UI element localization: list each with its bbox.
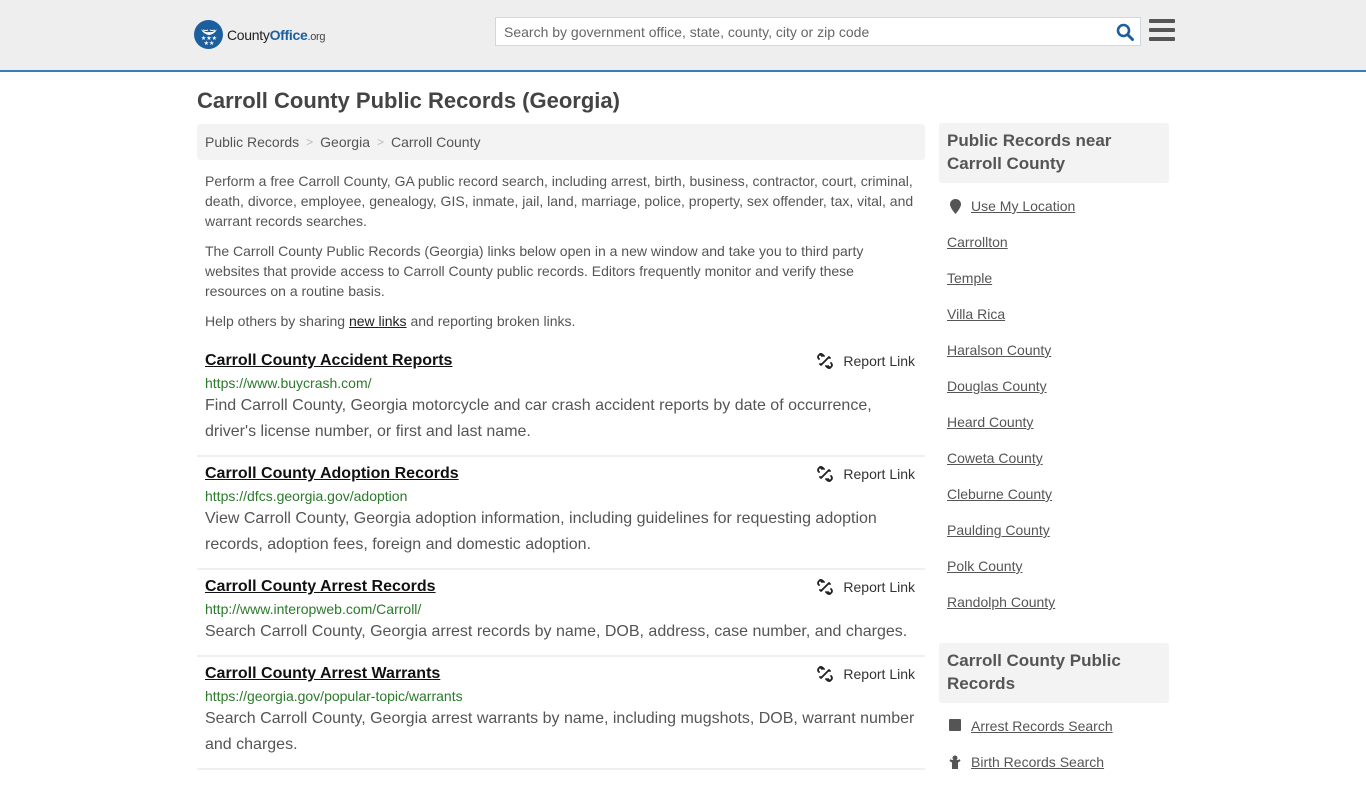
breadcrumb-public-records[interactable]: Public Records bbox=[205, 134, 299, 150]
nearby-link-douglas-county[interactable]: Douglas County bbox=[947, 376, 1047, 396]
report-link-button[interactable]: Report Link bbox=[817, 576, 915, 598]
record-description: Search Carroll County, Georgia arrest re… bbox=[205, 623, 908, 640]
search-bar bbox=[495, 17, 1141, 46]
nearby-link-paulding-county[interactable]: Paulding County bbox=[947, 520, 1050, 540]
new-links-link[interactable]: new links bbox=[349, 313, 407, 329]
report-link-label: Report Link bbox=[843, 666, 915, 682]
record-description: View Carroll County, Georgia adoption in… bbox=[205, 510, 877, 553]
nearby-item: Temple bbox=[947, 268, 1161, 304]
nearby-item: Coweta County bbox=[947, 448, 1161, 484]
breadcrumb-carroll-county[interactable]: Carroll County bbox=[391, 134, 480, 150]
record-description: Search Carroll County, Georgia arrest wa… bbox=[205, 710, 915, 753]
logo-word-county: County bbox=[227, 26, 270, 43]
record-item: Carroll County Adoption Records Report L… bbox=[197, 457, 925, 570]
record-url[interactable]: https://georgia.gov/popular-topic/warran… bbox=[205, 687, 917, 705]
county-records-list: Arrest Records Search Birth Records Sear… bbox=[939, 716, 1169, 788]
nearby-records-heading: Public Records near Carroll County bbox=[939, 123, 1169, 183]
report-link-button[interactable]: Report Link bbox=[817, 463, 915, 485]
search-button[interactable] bbox=[1110, 18, 1140, 45]
county-record-item: Arrest Records Search bbox=[947, 716, 1161, 752]
report-link-button[interactable]: Report Link bbox=[817, 350, 915, 372]
baby-icon bbox=[947, 752, 963, 769]
intro-text: Perform a free Carroll County, GA public… bbox=[197, 171, 925, 331]
report-link-label: Report Link bbox=[843, 579, 915, 595]
report-link-button[interactable]: Report Link bbox=[817, 663, 915, 685]
use-location-item: Use My Location bbox=[947, 196, 1161, 232]
eagle-stars-icon: ★★★ ★★ bbox=[194, 20, 223, 49]
intro-paragraph: The Carroll County Public Records (Georg… bbox=[205, 243, 864, 299]
site-logo[interactable]: ★★★ ★★ CountyOffice.org bbox=[194, 20, 326, 49]
nearby-link-haralson-county[interactable]: Haralson County bbox=[947, 340, 1051, 360]
share-text: and reporting broken links. bbox=[406, 313, 576, 329]
nearby-link-carrollton[interactable]: Carrollton bbox=[947, 232, 1008, 252]
nearby-link-villa-rica[interactable]: Villa Rica bbox=[947, 304, 1005, 324]
logo-word-org: .org bbox=[307, 30, 326, 43]
sidebar: Public Records near Carroll County Use M… bbox=[939, 123, 1169, 788]
record-item: Carroll County Arrest Records Report Lin… bbox=[197, 570, 925, 657]
nearby-list: Use My Location Carrollton Temple Villa … bbox=[939, 196, 1169, 628]
record-title-link[interactable]: Carroll County Adoption Records bbox=[205, 463, 459, 485]
nearby-link-polk-county[interactable]: Polk County bbox=[947, 556, 1022, 576]
county-records-heading: Carroll County Public Records bbox=[939, 643, 1169, 703]
county-record-item: Birth Records Search bbox=[947, 752, 1161, 788]
report-link-label: Report Link bbox=[843, 353, 915, 369]
nearby-link-coweta-county[interactable]: Coweta County bbox=[947, 448, 1043, 468]
logo-word-office: Office bbox=[269, 26, 308, 43]
breadcrumb-georgia[interactable]: Georgia bbox=[320, 134, 370, 150]
breadcrumb-separator: > bbox=[306, 135, 314, 149]
record-title-link[interactable]: Carroll County Accident Reports bbox=[205, 350, 452, 372]
record-item: Carroll County Accident Reports Report L… bbox=[197, 350, 925, 457]
birth-records-search-link[interactable]: Birth Records Search bbox=[971, 752, 1104, 772]
main-content: Public Records > Georgia > Carroll Count… bbox=[197, 124, 925, 770]
record-url[interactable]: https://dfcs.georgia.gov/adoption bbox=[205, 487, 917, 505]
breadcrumb: Public Records > Georgia > Carroll Count… bbox=[197, 124, 925, 160]
nearby-link-heard-county[interactable]: Heard County bbox=[947, 412, 1033, 432]
nearby-item: Carrollton bbox=[947, 232, 1161, 268]
map-marker-icon bbox=[947, 196, 963, 214]
broken-link-icon bbox=[817, 666, 834, 682]
search-input[interactable] bbox=[496, 18, 1110, 45]
site-header: ★★★ ★★ CountyOffice.org bbox=[0, 0, 1366, 72]
record-url[interactable]: http://www.interopweb.com/Carroll/ bbox=[205, 600, 917, 618]
hamburger-menu-icon[interactable] bbox=[1149, 19, 1175, 41]
share-text: Help others by sharing bbox=[205, 313, 349, 329]
nearby-item: Douglas County bbox=[947, 376, 1161, 412]
broken-link-icon bbox=[817, 466, 834, 482]
nearby-item: Villa Rica bbox=[947, 304, 1161, 340]
nearby-link-randolph-county[interactable]: Randolph County bbox=[947, 592, 1055, 612]
page-title: Carroll County Public Records (Georgia) bbox=[197, 88, 620, 113]
report-link-label: Report Link bbox=[843, 466, 915, 482]
nearby-item: Haralson County bbox=[947, 340, 1161, 376]
record-title-link[interactable]: Carroll County Arrest Records bbox=[205, 576, 436, 598]
record-description: Find Carroll County, Georgia motorcycle … bbox=[205, 397, 872, 440]
nearby-link-cleburne-county[interactable]: Cleburne County bbox=[947, 484, 1052, 504]
nearby-item: Cleburne County bbox=[947, 484, 1161, 520]
nearby-item: Paulding County bbox=[947, 520, 1161, 556]
breadcrumb-separator: > bbox=[376, 135, 384, 149]
share-links-paragraph: Help others by sharing new links and rep… bbox=[205, 311, 917, 331]
nearby-link-temple[interactable]: Temple bbox=[947, 268, 992, 288]
svg-text:★★: ★★ bbox=[203, 40, 214, 46]
search-icon bbox=[1116, 23, 1134, 41]
menu-bar bbox=[1149, 28, 1175, 32]
menu-bar bbox=[1149, 37, 1175, 41]
record-title-link[interactable]: Carroll County Arrest Warrants bbox=[205, 663, 440, 685]
arrest-records-search-link[interactable]: Arrest Records Search bbox=[971, 716, 1113, 736]
broken-link-icon bbox=[817, 353, 834, 369]
use-my-location-link[interactable]: Use My Location bbox=[971, 196, 1075, 216]
nearby-item: Polk County bbox=[947, 556, 1161, 592]
nearby-item: Randolph County bbox=[947, 592, 1161, 628]
logo-text: CountyOffice.org bbox=[227, 26, 326, 43]
record-url[interactable]: https://www.buycrash.com/ bbox=[205, 374, 917, 392]
nearby-item: Heard County bbox=[947, 412, 1161, 448]
square-icon bbox=[947, 716, 963, 731]
records-list: Carroll County Accident Reports Report L… bbox=[197, 350, 925, 770]
intro-paragraph: Perform a free Carroll County, GA public… bbox=[205, 173, 914, 229]
broken-link-icon bbox=[817, 579, 834, 595]
menu-bar bbox=[1149, 19, 1175, 23]
record-item: Carroll County Arrest Warrants Report Li… bbox=[197, 657, 925, 770]
